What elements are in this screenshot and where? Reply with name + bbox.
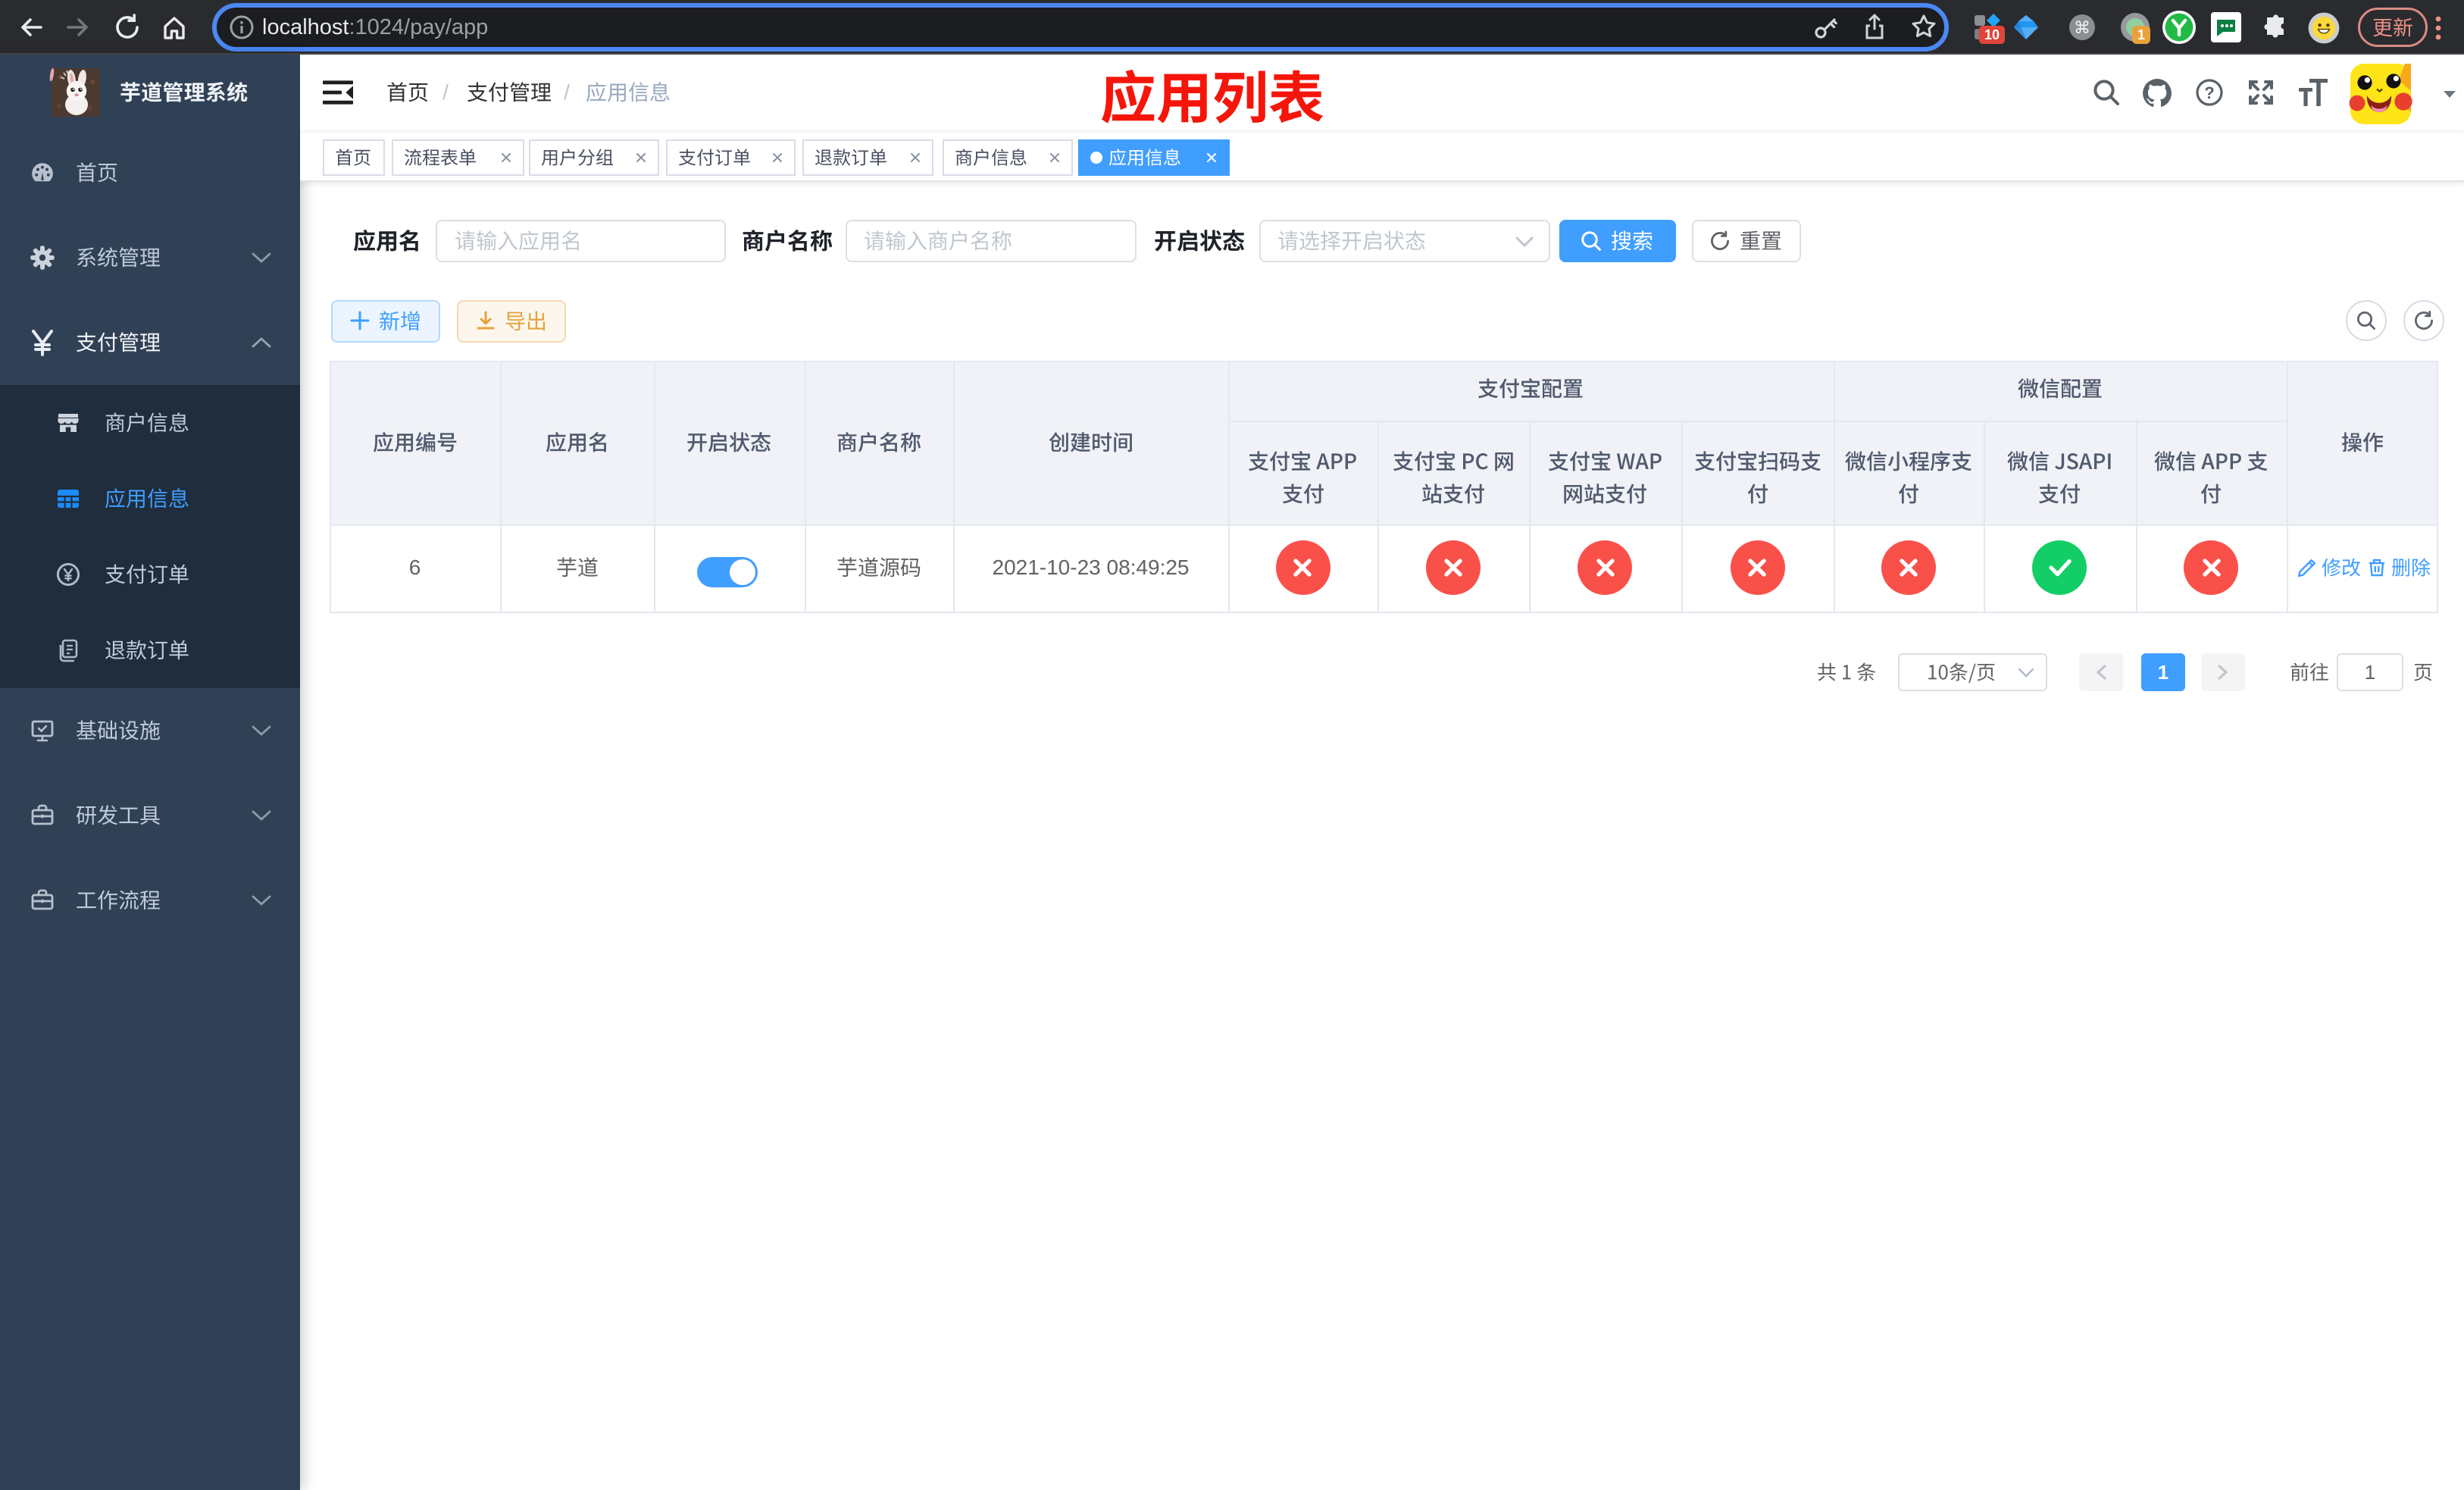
svg-text:?: ? — [2204, 83, 2214, 102]
svg-text:⌘: ⌘ — [2074, 18, 2090, 37]
